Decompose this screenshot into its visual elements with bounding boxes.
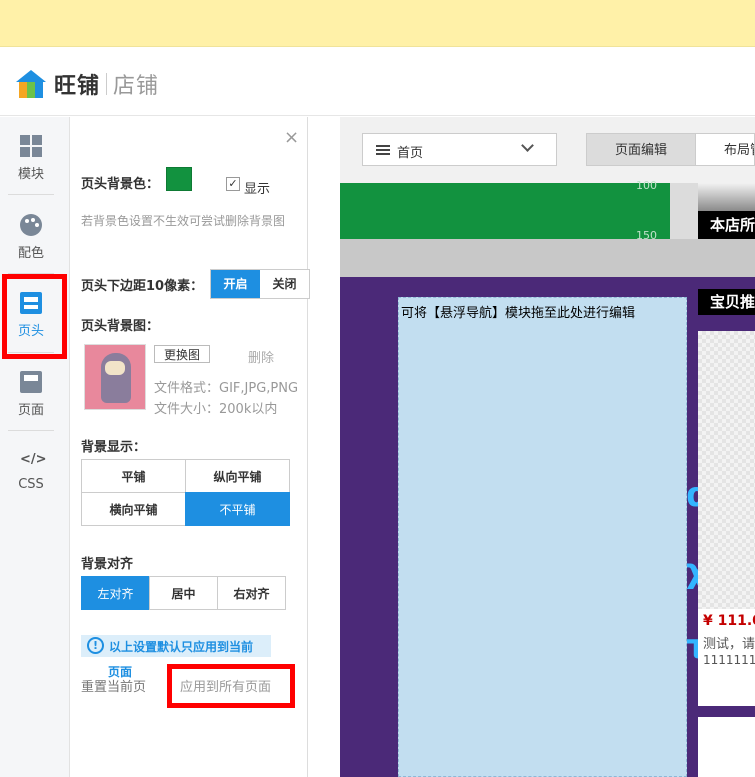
bg-image-thumbnail <box>84 344 146 410</box>
info-icon: ! <box>87 637 104 654</box>
align-left-button[interactable]: 左对齐 <box>81 576 150 610</box>
logo[interactable]: 旺铺 店铺 <box>16 68 159 100</box>
product-subtitle: 1111111111 <box>703 653 755 667</box>
rail-label: 模块 <box>17 167 44 182</box>
notice-bar <box>0 0 755 47</box>
rail-item-colors[interactable]: 配色 <box>0 196 62 274</box>
close-icon[interactable]: × <box>284 127 299 148</box>
bg-align-options: 左对齐 居中 右对齐 <box>81 576 286 610</box>
editor-canvas: 首页 页面编辑 布局管理 100 150 本店所有宝贝 α χ τ 可将【悬浮导… <box>340 117 755 777</box>
toggle-off-button[interactable]: 关闭 <box>260 270 309 298</box>
product-card[interactable]: ¥ 111.00 测试，请勿拍 1111111111 <box>698 331 755 706</box>
product-image <box>698 331 755 609</box>
rail-item-css[interactable]: </> CSS <box>0 431 62 509</box>
product-price: ¥ 111.00 <box>703 613 755 629</box>
delete-image-button[interactable]: 删除 <box>248 347 274 366</box>
bg-display-options: 平铺 纵向平铺 横向平铺 不平铺 <box>81 459 290 526</box>
rail-label: CSS <box>18 477 44 492</box>
grid-icon <box>20 135 42 157</box>
apply-scope-note: ! 以上设置默认只应用到当前 <box>81 635 271 657</box>
float-nav-hint: 可将【悬浮导航】模块拖至此处进行编辑 <box>401 306 636 321</box>
menu-icon <box>376 145 390 155</box>
apply-scope-text: 以上设置默认只应用到当前 <box>109 640 254 654</box>
code-icon: </> <box>20 452 47 467</box>
page-body-preview: α χ τ 可将【悬浮导航】模块拖至此处进行编辑 宝贝推荐 ¥ 111.00 测… <box>340 277 755 777</box>
reset-current-page-link[interactable]: 重置当前页 <box>81 676 146 695</box>
rail-item-modules[interactable]: 模块 <box>0 117 62 195</box>
ruler-mark: 100 <box>636 179 657 192</box>
bg-color-hint: 若背景色设置不生效可尝试删除背景图 <box>81 214 286 228</box>
recommended-items-title: 宝贝推荐 <box>698 289 755 315</box>
bottom-margin-toggle: 开启 关闭 <box>210 269 310 299</box>
app-header: 旺铺 店铺 <box>0 48 755 116</box>
bg-image-label: 页头背景图： <box>81 319 160 334</box>
bg-display-label: 背景显示： <box>81 440 147 455</box>
banner-image <box>698 183 755 211</box>
bg-display-none-button[interactable]: 不平铺 <box>185 492 290 526</box>
tab-layout-manage[interactable]: 布局管理 <box>695 133 755 166</box>
store-all-items-title: 本店所有宝贝 <box>698 211 755 239</box>
file-format-text: 文件格式：GIF,JPG,PNG <box>154 381 299 396</box>
bg-color-swatch[interactable] <box>166 167 192 191</box>
page-select-value: 首页 <box>397 146 424 161</box>
page-icon <box>20 371 42 393</box>
show-checkbox[interactable]: ✓ <box>226 177 240 191</box>
align-center-button[interactable]: 居中 <box>149 576 218 610</box>
float-nav-drop-zone[interactable]: 可将【悬浮导航】模块拖至此处进行编辑 <box>398 297 687 777</box>
canvas-toolbar: 首页 页面编辑 布局管理 <box>340 117 755 183</box>
bg-color-label: 页头背景色： <box>81 177 160 192</box>
bottom-margin-label: 页头下边距10像素： <box>81 279 204 294</box>
content-block <box>698 717 755 777</box>
toggle-on-button[interactable]: 开启 <box>211 270 260 298</box>
show-label: 显示 <box>244 182 271 197</box>
bg-align-label: 背景对齐 <box>81 557 134 572</box>
replace-image-button[interactable]: 更换图 <box>154 345 210 363</box>
align-right-button[interactable]: 右对齐 <box>217 576 286 610</box>
left-rail: 模块 配色 页头 页面 </> CSS <box>0 117 70 777</box>
tab-page-edit[interactable]: 页面编辑 <box>586 133 696 166</box>
product-title: 测试，请勿拍 <box>703 637 755 652</box>
rail-item-page[interactable]: 页面 <box>0 353 62 431</box>
rail-divider <box>8 194 54 195</box>
chevron-down-icon <box>521 139 534 152</box>
header-preview: 100 150 <box>340 179 670 242</box>
file-size-text: 文件大小：200k以内 <box>154 402 278 417</box>
brand-sub: 店铺 <box>113 74 160 99</box>
bg-display-horizontal-button[interactable]: 横向平铺 <box>81 492 186 526</box>
highlight-apply-all <box>167 664 295 708</box>
page-select[interactable]: 首页 <box>362 133 557 166</box>
rail-label: 页面 <box>17 403 44 418</box>
palette-icon <box>20 214 42 236</box>
logo-icon <box>16 70 46 98</box>
brand-divider <box>106 73 108 95</box>
bg-display-tile-button[interactable]: 平铺 <box>81 459 186 493</box>
rail-label: 配色 <box>17 246 44 261</box>
header-margin-band <box>340 239 755 277</box>
bg-display-vertical-button[interactable]: 纵向平铺 <box>185 459 290 493</box>
highlight-rail-header <box>2 274 67 359</box>
brand-name: 旺铺 <box>54 74 101 99</box>
